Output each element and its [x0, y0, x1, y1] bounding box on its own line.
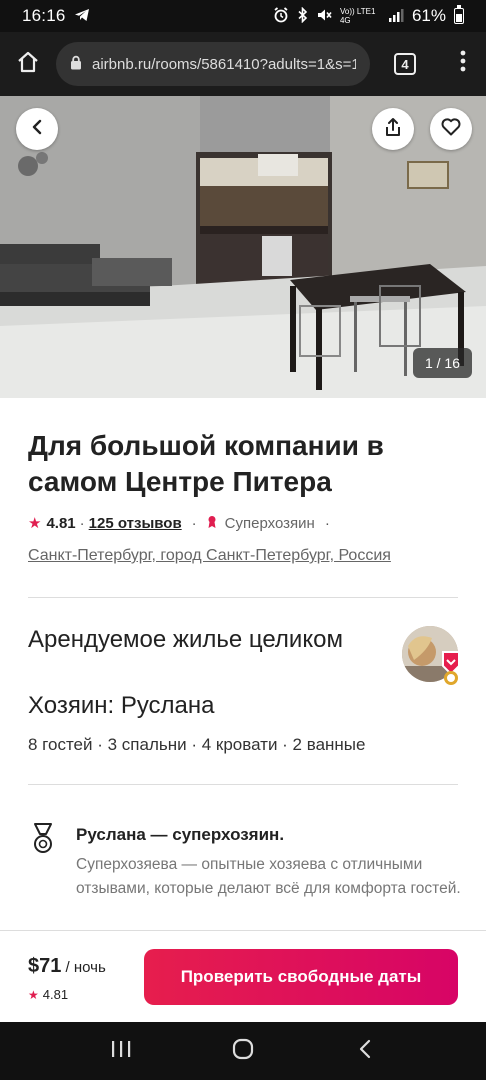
- share-button[interactable]: [372, 108, 414, 150]
- status-time: 16:16: [22, 6, 66, 25]
- price-amount: $71: [28, 955, 62, 977]
- tabs-button[interactable]: 4: [370, 32, 440, 96]
- network-label: Vo)) LTE1 4G: [339, 7, 376, 25]
- status-bar: 16:16 Vo)) LTE1 4G 61%: [0, 0, 486, 32]
- separator: ·: [79, 514, 85, 532]
- save-favorite-button[interactable]: [430, 108, 472, 150]
- listing-title: Для большой компании в самом Центре Пите…: [28, 430, 384, 497]
- system-nav-bar: [0, 1022, 486, 1080]
- location-link[interactable]: Санкт-Петербург, город Санкт-Петербург, …: [28, 547, 391, 565]
- verified-dot-icon: [444, 671, 458, 685]
- battery-percent: 61%: [411, 6, 446, 25]
- listing-photo[interactable]: 1 / 16: [0, 96, 486, 398]
- recents-button[interactable]: [91, 1022, 151, 1080]
- back-chevron-icon: [358, 1039, 372, 1064]
- superhost-description: Суперхозяева — опытные хозяева с отличны…: [76, 856, 461, 897]
- signal-icon: [388, 8, 404, 25]
- rating-value: 4.81: [46, 514, 76, 532]
- check-availability-button[interactable]: Проверить свободные даты: [144, 949, 458, 1005]
- back-nav-button[interactable]: [335, 1022, 395, 1080]
- capacity-summary: 8 гостей · 3 спальни · 4 кровати · 2 ван…: [28, 735, 366, 754]
- booking-footer: $71 / ночь ★ 4.81 Проверить свободные дат…: [0, 930, 486, 1022]
- reviews-link[interactable]: 125 отзывов: [89, 515, 182, 532]
- footer-rating-value: 4.81: [42, 987, 69, 1002]
- separator: ·: [191, 514, 197, 532]
- divider: [28, 597, 458, 598]
- url-input[interactable]: airbnb.ru/rooms/5861410?adults=1&s=1: [56, 42, 370, 86]
- lock-icon: [70, 55, 82, 74]
- share-icon: [384, 117, 402, 142]
- price: $71 / ночь: [28, 955, 106, 978]
- home-button[interactable]: [0, 32, 56, 96]
- home-icon: [16, 50, 40, 79]
- rating-row: ★ 4.81 · 125 отзывов · Суперхозяин ·: [28, 514, 334, 533]
- mute-icon: [316, 7, 332, 26]
- back-arrow-icon: [30, 119, 44, 140]
- more-vertical-icon: [460, 50, 466, 78]
- home-nav-button[interactable]: [213, 1022, 273, 1080]
- footer-rating: ★ 4.81: [28, 987, 68, 1002]
- back-button[interactable]: [16, 108, 58, 150]
- price-unit: / ночь: [65, 959, 106, 976]
- home-circle-icon: [232, 1038, 254, 1065]
- divider: [28, 784, 458, 785]
- star-icon: ★: [28, 515, 42, 532]
- tabs-icon: 4: [394, 53, 416, 75]
- superhost-ribbon-icon: [207, 515, 217, 532]
- more-menu-button[interactable]: [440, 32, 486, 96]
- recents-icon: [111, 1040, 131, 1063]
- bluetooth-icon: [297, 6, 308, 26]
- superhost-title: Руслана — суперхозяин.: [76, 825, 285, 844]
- star-icon: ★: [28, 988, 39, 1002]
- superhost-label: Суперхозяин: [224, 514, 315, 532]
- alarm-icon: [273, 6, 289, 26]
- photo-counter: 1 / 16: [412, 348, 472, 378]
- host-name: Хозяин: Руслана: [28, 692, 215, 719]
- superhost-medal-icon: [30, 822, 56, 858]
- telegram-icon: [74, 8, 90, 25]
- listing-details: Для большой компании в самом Центре Пите…: [0, 398, 486, 930]
- browser-toolbar: airbnb.ru/rooms/5861410?adults=1&s=1 4: [0, 32, 486, 96]
- status-icons: Vo)) LTE1 4G 61%: [273, 5, 464, 26]
- separator: ·: [324, 514, 330, 532]
- battery-icon: [454, 5, 464, 24]
- heart-icon: [441, 117, 461, 141]
- url-text: airbnb.ru/rooms/5861410?adults=1&s=1: [92, 55, 356, 73]
- listing-type: Арендуемое жилье целиком: [28, 626, 343, 653]
